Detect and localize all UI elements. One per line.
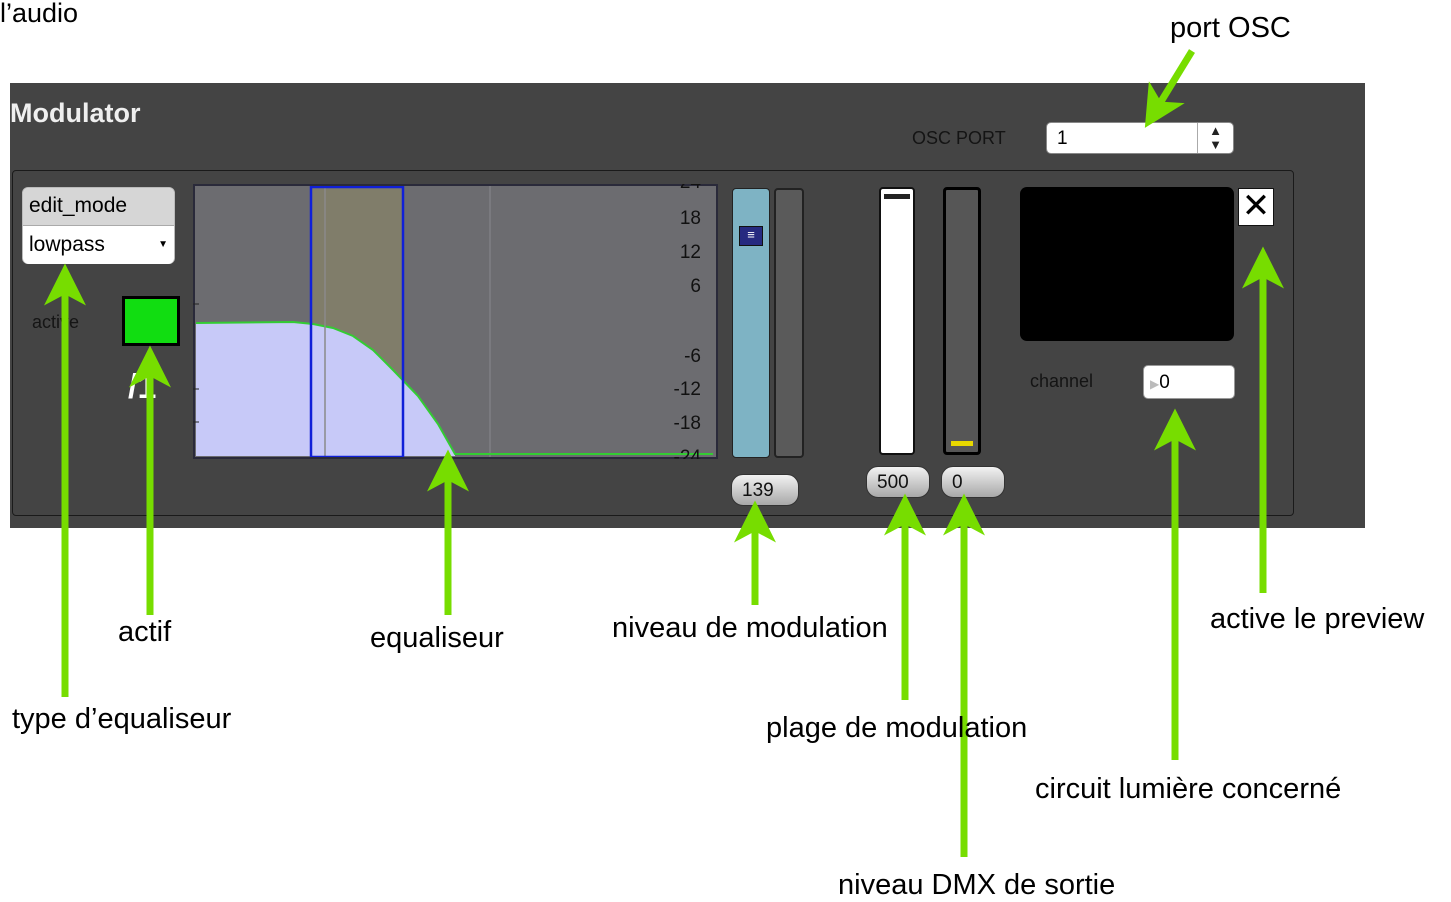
arrow-port-osc <box>1144 49 1195 128</box>
label-actif: actif <box>118 616 172 648</box>
label-circuit-lumiere: circuit lumière concerné <box>1035 773 1342 805</box>
annotation-arrows <box>44 49 1284 857</box>
label-niveau-dmx: niveau DMX de sortie <box>838 869 1116 901</box>
label-type-equaliseur: type d’equaliseur <box>12 703 232 735</box>
label-port-osc: port OSC <box>1170 12 1291 44</box>
label-active-preview: active le preview <box>1210 603 1425 635</box>
label-equaliseur: equaliseur <box>370 622 504 654</box>
label-niveau-modulation: niveau de modulation <box>612 612 888 644</box>
label-plage-modulation: plage de modulation <box>766 712 1028 744</box>
